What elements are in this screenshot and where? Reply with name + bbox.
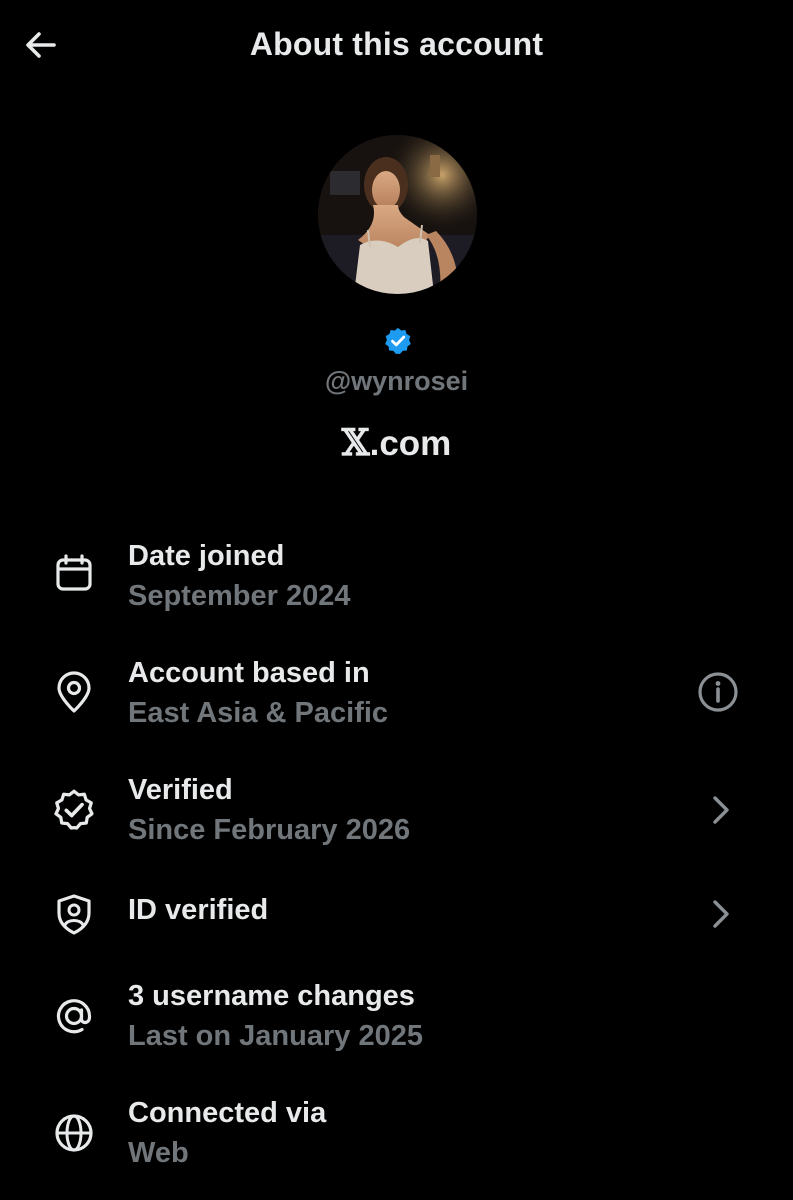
top-bar: About this account — [0, 0, 793, 92]
profile-photo — [318, 135, 477, 294]
row-title: Connected via — [128, 1097, 327, 1129]
source-suffix: .com — [369, 424, 452, 463]
row-connected-via: Connected via Web — [0, 1093, 793, 1173]
avatar[interactable] — [318, 135, 477, 294]
shield-person-icon — [50, 890, 98, 938]
page-title: About this account — [249, 26, 544, 62]
row-date-joined: Date joined September 2024 — [0, 536, 793, 616]
row-subtitle: Web — [128, 1137, 189, 1169]
row-subtitle: September 2024 — [128, 580, 351, 612]
row-account-based-in: Account based in East Asia & Pacific — [0, 653, 793, 733]
info-icon — [698, 672, 738, 712]
row-username-changes: 3 username changes Last on January 2025 — [0, 976, 793, 1056]
row-title: Date joined — [128, 540, 285, 572]
source-label: 𝕏.com — [0, 422, 793, 464]
row-subtitle: Last on January 2025 — [128, 1020, 423, 1052]
account-handle: @wynrosei — [324, 366, 469, 396]
row-title: Verified — [128, 774, 233, 806]
row-title: Account based in — [128, 657, 370, 689]
location-pin-icon — [50, 669, 98, 717]
row-id-verified[interactable]: ID verified — [0, 880, 793, 950]
row-title: 3 username changes — [128, 980, 415, 1012]
chevron-right-icon — [698, 892, 742, 936]
verified-badge-icon — [383, 326, 413, 356]
row-title: ID verified — [128, 894, 269, 926]
row-subtitle: East Asia & Pacific — [128, 697, 389, 729]
at-sign-icon — [50, 992, 98, 1040]
calendar-icon — [50, 550, 98, 598]
info-button[interactable] — [696, 670, 740, 714]
x-logo-icon: 𝕏 — [341, 422, 370, 464]
row-subtitle: Since February 2026 — [128, 814, 411, 846]
chevron-right-icon — [698, 788, 742, 832]
verified-badge-outline-icon — [50, 786, 98, 834]
row-verified[interactable]: Verified Since February 2026 — [0, 770, 793, 850]
globe-icon — [50, 1109, 98, 1157]
